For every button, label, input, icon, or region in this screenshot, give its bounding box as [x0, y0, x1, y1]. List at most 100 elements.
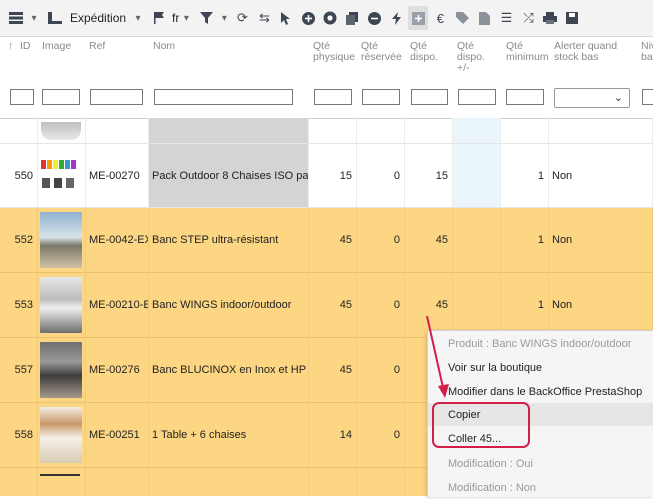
column-alerter[interactable]: Alerter quand stock bas [554, 41, 638, 63]
list-icon[interactable] [6, 6, 26, 30]
product-image [38, 338, 86, 402]
filter-reservee-input[interactable] [362, 89, 400, 105]
cell-reservee: 0 [357, 208, 405, 272]
cell-id: 557 [0, 338, 38, 402]
column-next[interactable]: Niv ba [641, 41, 653, 63]
column-qte-physique[interactable]: Qté physique [313, 41, 357, 63]
cell-dispo-pm[interactable] [453, 273, 501, 337]
flag-icon[interactable] [149, 6, 169, 30]
cell-minimum[interactable]: 1 [501, 208, 549, 272]
product-image [38, 118, 86, 143]
cell-ref: ME-00210-E [86, 273, 149, 337]
cell-nom: 1 Table + 6 chaises [149, 403, 309, 467]
filter-row: ⌄ [0, 85, 653, 119]
truck-icon[interactable] [45, 6, 65, 30]
table-row[interactable] [0, 118, 653, 144]
cell-minimum[interactable]: 1 [501, 273, 549, 337]
chevron-down-icon[interactable]: ▾ [180, 6, 192, 30]
cell-alerter[interactable]: Non [549, 208, 653, 272]
cell-physique[interactable]: 14 [309, 403, 357, 467]
cell-id: 552 [0, 208, 38, 272]
annotation-arrow [426, 315, 449, 398]
filter-nom-input[interactable] [154, 89, 293, 105]
cell-nom: Banc STEP ultra-résistant [149, 208, 309, 272]
annotation-highlight-box [432, 402, 530, 448]
menu-modification-oui[interactable]: Modification : Oui [428, 452, 653, 475]
chrome-icon[interactable] [320, 6, 340, 30]
print-icon[interactable] [540, 6, 560, 30]
cell-nom: Banc BLUCINOX en Inox et HP [149, 338, 309, 402]
filter-next-input[interactable] [642, 89, 653, 105]
filter-alerter-select[interactable]: ⌄ [554, 88, 630, 108]
list-ordered-icon[interactable]: ☰ [496, 6, 516, 30]
column-id[interactable]: ID [20, 41, 31, 52]
cell-ref: ME-00276 [86, 338, 149, 402]
table-row[interactable]: 552 ME-0042-EX Banc STEP ultra-résistant… [0, 208, 653, 273]
chairs-image [41, 159, 76, 188]
copy-icon[interactable] [342, 6, 362, 30]
cell-id: 550 [0, 144, 38, 207]
column-nom[interactable]: Nom [153, 41, 175, 52]
grid-header: ↑ ID Image Ref Nom Qté physique Qté rése… [0, 37, 653, 86]
cell-reservee: 0 [357, 338, 405, 402]
chevron-down-icon[interactable]: ▾ [132, 6, 144, 30]
filter-physique-input[interactable] [314, 89, 352, 105]
filter-image-input[interactable] [42, 89, 80, 105]
menu-view-shop[interactable]: Voir sur la boutique [428, 356, 653, 379]
cell-physique[interactable]: 15 [309, 144, 357, 207]
filter-dispo-pm-input[interactable] [458, 89, 496, 105]
column-qte-minimum[interactable]: Qté minimum [506, 41, 550, 63]
toolbar: ▾ Expédition ▾ fr ▾ ▾ ⟳ ⇆ € ☰ ⤮ [0, 0, 653, 37]
column-ref[interactable]: Ref [89, 41, 105, 52]
cell-alerter[interactable]: Non [549, 144, 653, 207]
column-qte-dispo[interactable]: Qté dispo. [410, 41, 450, 63]
cell-minimum[interactable]: 1 [501, 144, 549, 207]
chevron-down-icon: ⌄ [613, 92, 623, 104]
expedition-dropdown[interactable]: Expédition [70, 11, 126, 25]
column-qte-reservee[interactable]: Qté réservée [361, 41, 405, 63]
save-icon[interactable] [562, 6, 582, 30]
cell-reservee: 0 [357, 144, 405, 207]
minus-circle-icon[interactable] [364, 6, 384, 30]
cell-dispo-pm[interactable] [453, 144, 501, 207]
add-square-icon[interactable] [408, 6, 429, 30]
language-dropdown[interactable]: fr [172, 11, 179, 25]
cell-physique[interactable]: 45 [309, 273, 357, 337]
cell-ref: ME-00251 [86, 403, 149, 467]
cell-alerter[interactable]: Non [549, 273, 653, 337]
shuffle-icon[interactable]: ⤮ [518, 6, 538, 30]
cell-nom: Pack Outdoor 8 Chaises ISO pa [149, 144, 309, 207]
plus-circle-icon[interactable] [298, 6, 318, 30]
sync-icon[interactable]: ⇆ [254, 6, 274, 30]
chevron-down-icon[interactable]: ▾ [28, 6, 40, 30]
cell-id: 553 [0, 273, 38, 337]
cell-ref: ME-0042-EX [86, 208, 149, 272]
cell-reservee: 0 [357, 403, 405, 467]
filter-dispo-input[interactable] [411, 89, 448, 105]
menu-edit-backoffice[interactable]: Modifier dans le BackOffice PrestaShop [428, 380, 653, 403]
filter-ref-input[interactable] [90, 89, 143, 105]
lightning-icon[interactable] [386, 6, 406, 30]
cell-physique[interactable]: 45 [309, 208, 357, 272]
filter-icon[interactable] [196, 6, 216, 30]
tag-icon[interactable] [452, 6, 472, 30]
sort-up-icon[interactable]: ↑ [8, 41, 13, 52]
euro-icon[interactable]: € [430, 6, 450, 30]
table-row[interactable]: 553 ME-00210-E Banc WINGS indoor/outdoor… [0, 273, 653, 338]
cell-reservee: 0 [357, 273, 405, 337]
chevron-down-icon[interactable]: ▾ [218, 6, 230, 30]
cell-physique[interactable]: 45 [309, 338, 357, 402]
csv-icon[interactable] [474, 6, 494, 30]
cell-id: 558 [0, 403, 38, 467]
cell-dispo-pm[interactable] [453, 208, 501, 272]
filter-id-input[interactable] [10, 89, 34, 105]
cell-dispo: 45 [405, 208, 453, 272]
column-qte-dispo-pm[interactable]: Qté dispo. +/- [457, 41, 495, 74]
pointer-icon[interactable] [276, 6, 296, 30]
filter-minimum-input[interactable] [506, 89, 544, 105]
table-row[interactable]: 550 ME-00270 Pack Outdoor 8 Chaises ISO … [0, 144, 653, 208]
column-image[interactable]: Image [42, 41, 71, 52]
cell-ref: ME-00270 [86, 144, 149, 207]
product-image [38, 273, 86, 337]
refresh-icon[interactable]: ⟳ [232, 6, 252, 30]
